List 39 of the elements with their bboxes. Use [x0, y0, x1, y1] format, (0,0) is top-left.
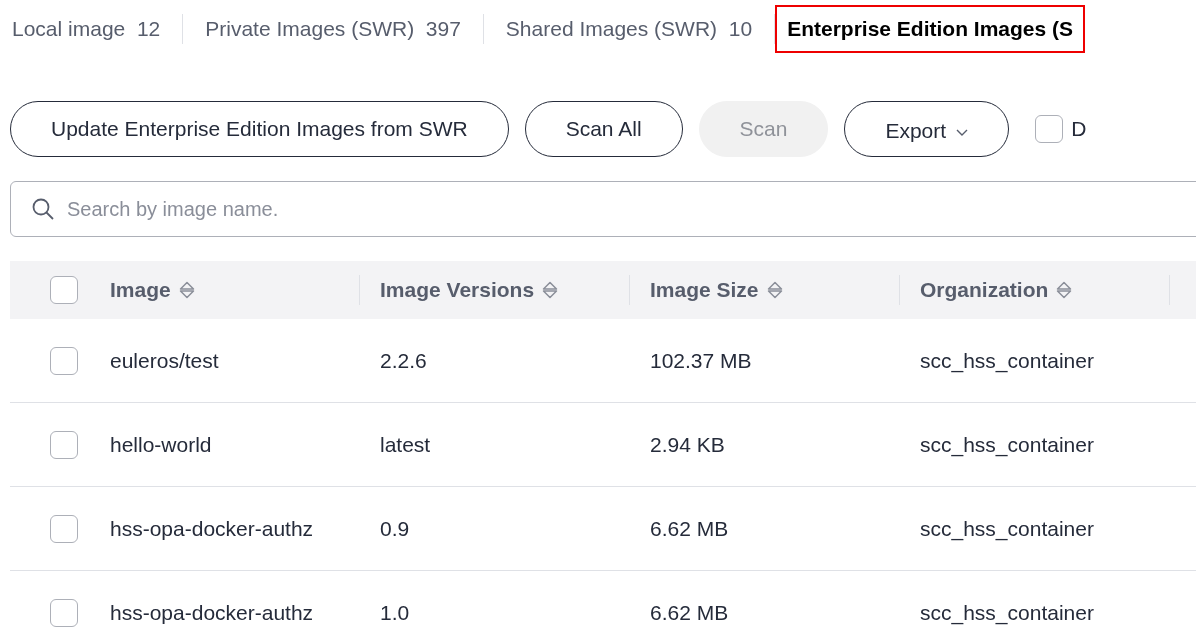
search-field[interactable]: Search by image name. — [10, 181, 1196, 237]
table-cell-text: 2.94 KB — [650, 431, 725, 458]
table-cell-text: 2.2.6 — [380, 347, 427, 374]
select-all-checkbox[interactable] — [50, 276, 78, 304]
sort-icon — [1056, 281, 1073, 299]
row-checkbox[interactable] — [50, 346, 78, 375]
row-checkbox[interactable] — [50, 430, 78, 459]
tab[interactable]: Local image 12 — [10, 7, 183, 51]
table-cell-text: scc_hss_container — [920, 347, 1094, 375]
sort-icon — [766, 281, 783, 299]
table-cell-text: latest — [380, 431, 431, 458]
row-checkbox[interactable] — [50, 598, 78, 627]
table-cell-text: scc_hss_container — [920, 431, 1094, 459]
column-header[interactable]: Image Versions — [380, 274, 559, 306]
table-cell-text: 1.0 — [380, 599, 410, 626]
button[interactable]: Update Enterprise Edition Images from SWR — [10, 101, 509, 157]
table-cell: hss-opa-docker-authz — [110, 600, 314, 624]
table-cell-text: 0.9 — [380, 515, 410, 542]
table-cell-text: scc_hss_container — [920, 515, 1094, 543]
table-cell: hss-opa-docker-authz — [110, 516, 314, 540]
column-header[interactable]: Image Size — [650, 274, 783, 306]
table-cell: euleros/test — [110, 348, 219, 372]
column-header[interactable]: Image — [110, 274, 195, 306]
tab[interactable]: Shared Images (SWR) 10 — [483, 7, 775, 51]
sort-icon — [178, 281, 195, 299]
tab[interactable]: Enterprise Edition Images (S — [775, 5, 1086, 53]
row-checkbox[interactable] — [50, 514, 78, 543]
tab[interactable]: Private Images (SWR) 397 — [183, 7, 483, 51]
checkbox[interactable] — [1035, 115, 1064, 143]
column-header[interactable]: Organization — [920, 274, 1073, 306]
table-cell-text: 102.37 MB — [650, 347, 752, 374]
table-cell-text: scc_hss_container — [920, 599, 1094, 627]
dropdown-button[interactable]: Export — [844, 101, 1010, 157]
table-cell: hello-world — [110, 432, 212, 456]
checkbox-label: D — [1071, 116, 1087, 143]
table-cell-text: 6.62 MB — [650, 515, 729, 542]
sort-icon — [542, 281, 559, 299]
button[interactable]: Scan All — [524, 101, 683, 157]
table-cell-text: 6.62 MB — [650, 599, 729, 626]
